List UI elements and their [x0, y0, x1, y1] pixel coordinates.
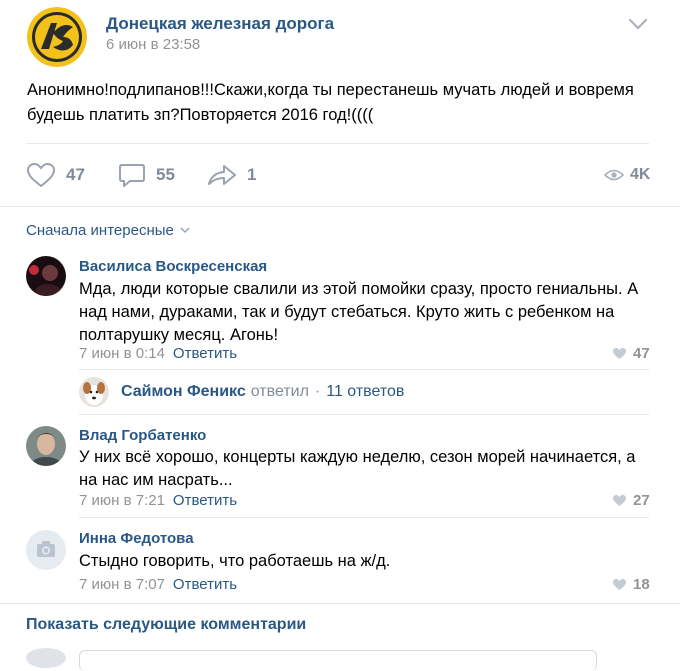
- chevron-down-icon: [180, 227, 190, 233]
- comment-icon: [119, 164, 145, 187]
- comment-author[interactable]: Василиса Воскресенская: [79, 258, 267, 275]
- comment-meta: 7 июн в 7:21 Ответить: [79, 492, 237, 509]
- separator-dot: ·: [314, 383, 321, 400]
- comment-text-line: Стыдно говорить, что работаешь на ж/д.: [79, 552, 391, 570]
- comment-like-count: 18: [633, 576, 650, 593]
- railway-logo-icon: [27, 7, 87, 67]
- comment-count: 55: [156, 165, 175, 184]
- heart-icon: [26, 162, 56, 188]
- user-photo-icon: [26, 256, 66, 296]
- divider: [79, 414, 649, 415]
- comment-date[interactable]: 7 июн в 7:21: [79, 492, 165, 509]
- comment-text-line: Мда, люди которые свалили из этой помойк…: [79, 280, 639, 298]
- eye-icon: [604, 169, 624, 181]
- comment-meta: 7 июн в 7:07 Ответить: [79, 576, 237, 593]
- group-logo[interactable]: [27, 7, 87, 67]
- reply-button[interactable]: Ответить: [173, 492, 237, 509]
- post-date[interactable]: 6 июн в 23:58: [106, 36, 200, 53]
- comment-text-line: полтарушку месяц. Агонь!: [79, 326, 279, 344]
- comment-like-count: 47: [633, 345, 650, 362]
- comment-input[interactable]: [79, 650, 597, 671]
- divider: [0, 206, 680, 207]
- thread-replied-label: ответил: [250, 383, 309, 400]
- heart-icon: [613, 348, 626, 359]
- comment-meta: 7 июн в 0:14 Ответить: [79, 345, 237, 362]
- post-text-line: будешь платить зп?Повторяется 2016 год!(…: [27, 106, 374, 124]
- divider: [27, 143, 649, 144]
- comment-author[interactable]: Инна Федотова: [79, 530, 194, 547]
- comment-like-button[interactable]: 18: [612, 576, 650, 593]
- show-more-comments-button[interactable]: Показать следующие комментарии: [26, 616, 306, 634]
- views-count: 4K: [630, 166, 651, 183]
- avatar: [26, 648, 66, 668]
- avatar[interactable]: [26, 426, 66, 466]
- comment-text-line: над нами, дураками, так и будут стебатьс…: [79, 303, 615, 321]
- group-name-link[interactable]: Донецкая железная дорога: [106, 14, 334, 34]
- comment-like-button[interactable]: 27: [612, 492, 650, 509]
- comment-text-line: на нас им насрать...: [79, 471, 233, 489]
- thread-author[interactable]: Саймон Феникс: [121, 383, 246, 401]
- divider: [0, 603, 680, 604]
- thread-summary: Саймон Феникс ответил · 11 ответов: [121, 383, 404, 401]
- comment-date[interactable]: 7 июн в 0:14: [79, 345, 165, 362]
- share-arrow-icon: [208, 165, 236, 185]
- heart-icon: [613, 495, 626, 506]
- sort-label: Сначала интересные: [26, 222, 174, 239]
- heart-icon: [613, 579, 626, 590]
- comment-button[interactable]: 55: [118, 160, 175, 190]
- share-count: 1: [247, 165, 257, 184]
- post-text-line: Анонимно!подлипанов!!!Скажи,когда ты пер…: [27, 81, 634, 99]
- comment-author[interactable]: Влад Горбатенко: [79, 427, 206, 444]
- comment-like-count: 27: [633, 492, 650, 509]
- reply-button[interactable]: Ответить: [173, 576, 237, 593]
- avatar[interactable]: [26, 530, 66, 570]
- comment-date[interactable]: 7 июн в 7:07: [79, 576, 165, 593]
- avatar[interactable]: [79, 377, 109, 407]
- views-counter: 4K: [604, 160, 650, 190]
- share-button[interactable]: 1: [207, 160, 256, 190]
- camera-icon: [37, 541, 55, 557]
- reply-button[interactable]: Ответить: [173, 345, 237, 362]
- comment-like-button[interactable]: 47: [612, 345, 650, 362]
- like-button[interactable]: 47: [26, 160, 85, 190]
- divider: [79, 517, 649, 518]
- divider: [79, 369, 649, 370]
- comment-text: Мда, люди которые свалили из этой помойк…: [79, 278, 659, 347]
- comment-text-line: У них всё хорошо, концерты каждую неделю…: [79, 448, 636, 466]
- comment-text: Стыдно говорить, что работаешь на ж/д.: [79, 550, 659, 573]
- dog-photo-icon: [79, 377, 109, 407]
- show-replies-link[interactable]: 11 ответов: [326, 383, 404, 401]
- post-text: Анонимно!подлипанов!!!Скажи,когда ты пер…: [27, 78, 657, 128]
- comment-text: У них всё хорошо, концерты каждую неделю…: [79, 446, 659, 492]
- user-photo-icon: [26, 426, 66, 466]
- avatar[interactable]: [26, 256, 66, 296]
- chevron-down-icon[interactable]: [627, 16, 649, 32]
- sort-dropdown[interactable]: Сначала интересные: [26, 222, 190, 239]
- like-count: 47: [66, 165, 85, 184]
